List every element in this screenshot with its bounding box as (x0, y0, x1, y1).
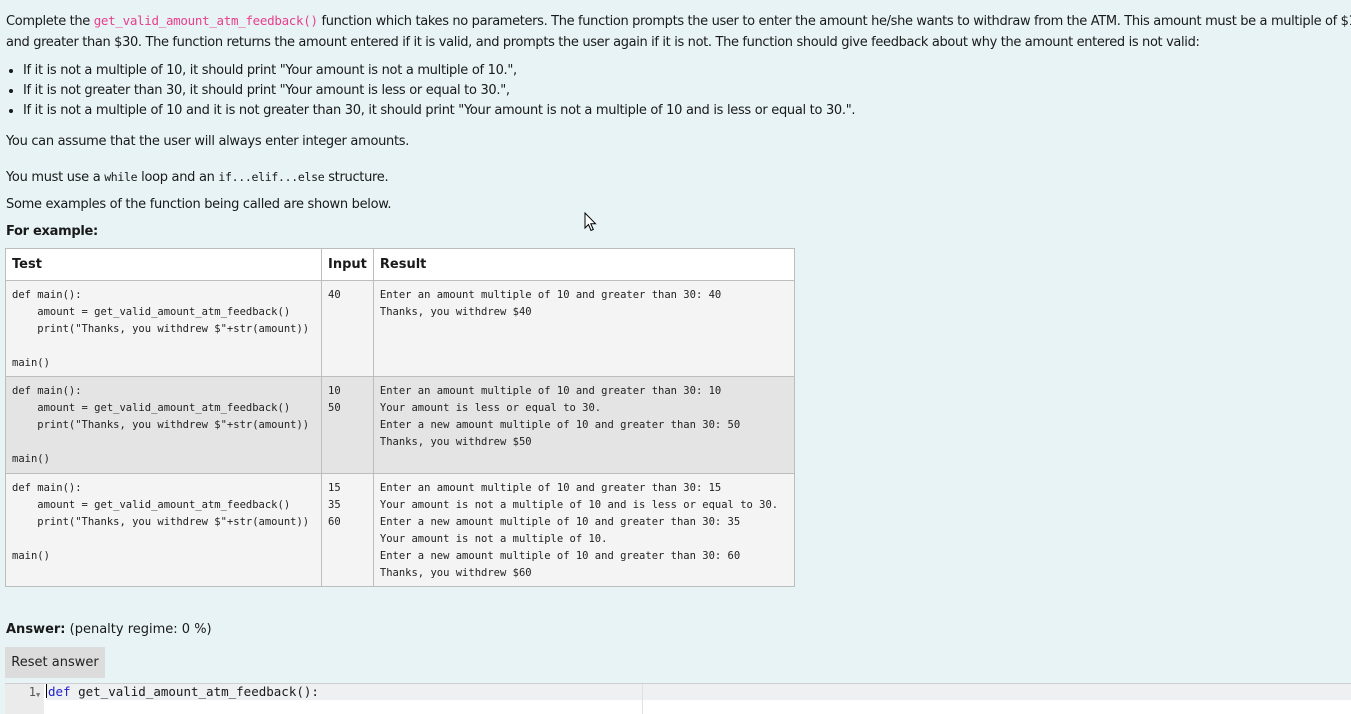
header-result: Result (372, 248, 795, 281)
header-input: Input (321, 248, 374, 281)
test-cell: def main(): amount = get_valid_amount_at… (5, 473, 322, 587)
text-cursor (46, 684, 47, 698)
requirement-text: You must use a while loop and an if...el… (6, 170, 389, 185)
table-row: def main(): amount = get_valid_amount_at… (5, 376, 795, 474)
table-header-row: Test Input Result (5, 248, 795, 281)
test-code: def main(): amount = get_valid_amount_at… (12, 289, 310, 369)
requirement-end: structure. (324, 170, 389, 185)
penalty-regime: (penalty regime: 0 %) (69, 622, 212, 637)
function-name-code: get_valid_amount_atm_feedback() (93, 13, 318, 28)
intro-text-middle: function which takes no parameters. The … (317, 14, 1351, 29)
requirement-middle: loop and an (137, 170, 219, 185)
while-code: while (104, 170, 138, 184)
result-cell: Enter an amount multiple of 10 and great… (372, 473, 795, 587)
input-values: 40 (328, 289, 341, 301)
print-margin (642, 684, 643, 714)
input-values: 10 50 (328, 385, 341, 414)
table-row: def main(): amount = get_valid_amount_at… (5, 473, 795, 587)
test-code: def main(): amount = get_valid_amount_at… (12, 482, 310, 562)
code-line[interactable]: def get_valid_amount_atm_feedback(): (46, 684, 1351, 700)
assume-text: You can assume that the user will always… (6, 134, 410, 149)
test-cell: def main(): amount = get_valid_amount_at… (5, 376, 322, 474)
fold-arrow-icon[interactable]: ▼ (36, 687, 40, 703)
examples-intro: Some examples of the function being call… (6, 197, 392, 212)
rules-list: If it is not a multiple of 10, it should… (6, 61, 1351, 121)
table-row: def main(): amount = get_valid_amount_at… (5, 280, 795, 377)
for-example-heading: For example: (6, 224, 98, 239)
answer-label-row: Answer: (penalty regime: 0 %) (6, 622, 212, 637)
examples-table: Test Input Result def main(): amount = g… (5, 248, 795, 587)
result-output: Enter an amount multiple of 10 and great… (379, 385, 741, 448)
test-code: def main(): amount = get_valid_amount_at… (12, 385, 310, 465)
result-output: Enter an amount multiple of 10 and great… (379, 482, 779, 579)
input-cell: 10 50 (321, 376, 374, 474)
test-cell: def main(): amount = get_valid_amount_at… (5, 280, 322, 377)
input-values: 15 35 60 (328, 482, 341, 528)
input-cell: 40 (321, 280, 374, 377)
answer-label: Answer: (6, 622, 66, 637)
code-text: get_valid_amount_atm_feedback(): (70, 684, 319, 699)
mouse-pointer-icon (584, 212, 597, 232)
result-cell: Enter an amount multiple of 10 and great… (372, 280, 795, 377)
code-keyword: def (48, 684, 71, 699)
question-text: Complete the get_valid_amount_atm_feedba… (6, 10, 1351, 121)
rule-item: If it is not a multiple of 10, it should… (23, 61, 1351, 81)
rule-item: If it is not greater than 30, it should … (23, 81, 1351, 101)
rule-item: If it is not a multiple of 10 and it is … (23, 101, 1351, 121)
line-gutter: 1 ▼ (5, 684, 44, 714)
ifelse-code: if...elif...else (218, 170, 325, 184)
intro-text-start: Complete the (6, 14, 94, 29)
requirement-start: You must use a (6, 170, 105, 185)
code-editor[interactable]: 1 ▼ def get_valid_amount_atm_feedback(): (5, 683, 1351, 714)
reset-answer-button[interactable]: Reset answer (5, 647, 105, 678)
result-cell: Enter an amount multiple of 10 and great… (372, 376, 795, 474)
header-test: Test (5, 248, 322, 281)
intro-paragraph: Complete the get_valid_amount_atm_feedba… (6, 10, 1351, 53)
input-cell: 15 35 60 (321, 473, 374, 587)
intro-text-end: and greater than $30. The function retur… (6, 35, 1200, 50)
result-output: Enter an amount multiple of 10 and great… (379, 289, 722, 318)
